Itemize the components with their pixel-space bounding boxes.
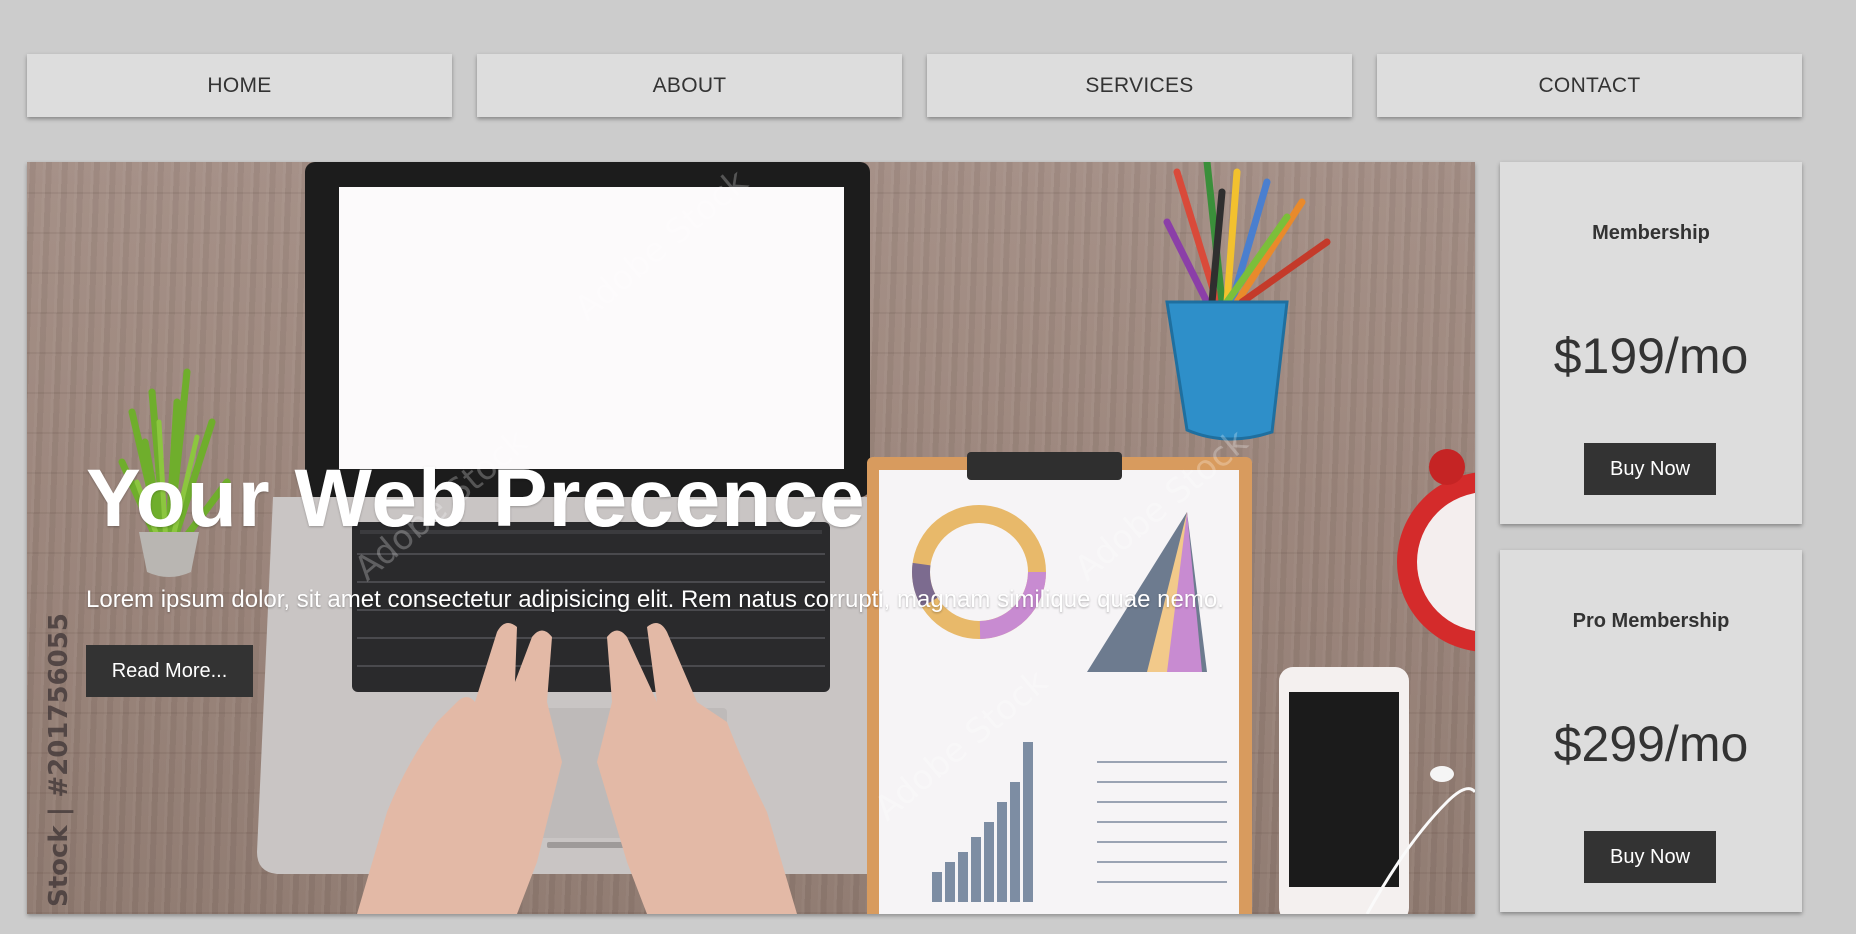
hero-description: Lorem ipsum dolor, sit amet consectetur … <box>86 586 1224 613</box>
read-more-button[interactable]: Read More... <box>86 645 253 697</box>
nav-about[interactable]: ABOUT <box>477 54 902 117</box>
plan-price: $299/mo <box>1553 716 1749 772</box>
pricing-card-pro-membership: Pro Membership $299/mo Buy Now <box>1500 550 1802 912</box>
plan-price: $199/mo <box>1553 328 1749 384</box>
stock-watermark: Stock | #201756055 <box>44 613 74 907</box>
plan-name: Pro Membership <box>1572 610 1730 632</box>
nav-home[interactable]: HOME <box>27 54 452 117</box>
buy-now-button[interactable]: Buy Now <box>1584 443 1716 495</box>
alarm-clock-illustration <box>1397 449 1475 652</box>
nav-contact[interactable]: CONTACT <box>1377 54 1802 117</box>
pencil-cup-illustration <box>1163 162 1331 441</box>
buy-now-button[interactable]: Buy Now <box>1584 831 1716 883</box>
hero-banner: Stock | #201756055 Adobe Stock Adobe Sto… <box>27 162 1475 914</box>
main-nav: HOME ABOUT SERVICES CONTACT <box>27 54 1802 117</box>
phone-illustration <box>1279 667 1475 914</box>
nav-services[interactable]: SERVICES <box>927 54 1352 117</box>
pricing-card-membership: Membership $199/mo Buy Now <box>1500 162 1802 524</box>
plan-name: Membership <box>1592 222 1710 244</box>
hero-title: Your Web Precence <box>86 453 866 544</box>
clipboard-illustration <box>867 452 1252 914</box>
